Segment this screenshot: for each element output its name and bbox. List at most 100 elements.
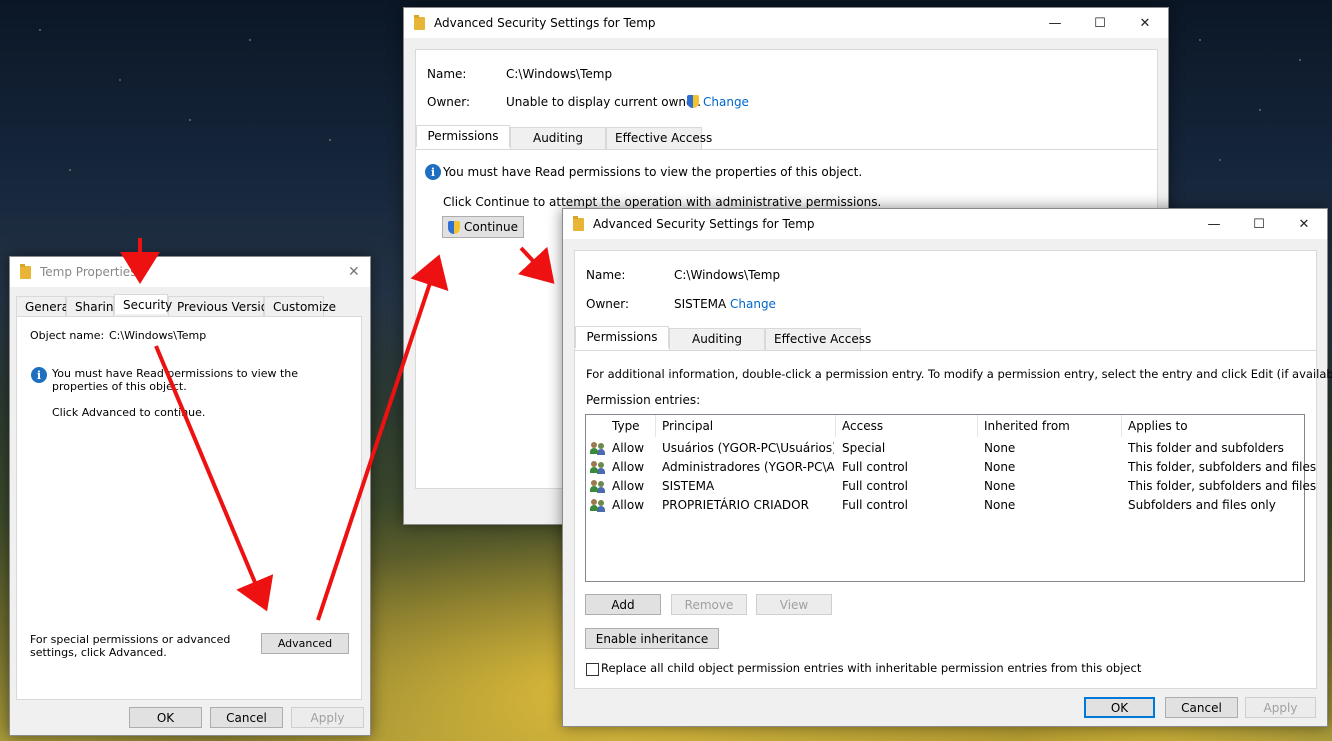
- tab-auditing[interactable]: Auditing: [510, 127, 606, 149]
- row-inherited-from: None: [984, 498, 1016, 512]
- cancel-button[interactable]: Cancel: [1165, 697, 1238, 718]
- view-button[interactable]: View: [756, 594, 832, 615]
- window-title: Advanced Security Settings for Temp: [593, 217, 815, 231]
- column-header-principal[interactable]: Principal: [656, 415, 836, 437]
- row-inherited-from: None: [984, 460, 1016, 474]
- cancel-button[interactable]: Cancel: [210, 707, 283, 728]
- apply-button[interactable]: Apply: [291, 707, 364, 728]
- info-icon: i: [31, 367, 47, 383]
- tab-customize[interactable]: Customize: [264, 296, 336, 316]
- change-owner-link[interactable]: Change: [730, 297, 776, 311]
- row-applies-to: This folder, subfolders and files: [1128, 479, 1317, 493]
- advanced-security-window-front: Advanced Security Settings for Temp — ☐ …: [562, 208, 1332, 727]
- minimize-button[interactable]: —: [1191, 209, 1237, 239]
- row-principal: SISTEMA: [662, 479, 715, 493]
- replace-child-permissions-label: Replace all child object permission entr…: [601, 661, 1142, 675]
- close-button[interactable]: ✕: [1122, 8, 1168, 38]
- tab-effective-access[interactable]: Effective Access: [765, 328, 871, 350]
- info-message: You must have Read permissions to view t…: [443, 165, 863, 179]
- row-applies-to: This folder, subfolders and files: [1128, 460, 1317, 474]
- add-button[interactable]: Add: [585, 594, 661, 615]
- row-access: Full control: [842, 479, 908, 493]
- tab-auditing[interactable]: Auditing: [669, 328, 765, 350]
- ok-button[interactable]: OK: [1084, 697, 1155, 718]
- users-group-icon: [590, 480, 606, 493]
- tab-strip: General Sharing Security Previous Versio…: [16, 294, 336, 316]
- column-header-applies-to[interactable]: Applies to: [1122, 415, 1302, 437]
- change-owner-link[interactable]: Change: [687, 95, 749, 109]
- name-value: C:\Windows\Temp: [674, 268, 781, 282]
- info-text: For additional information, double-click…: [586, 367, 1332, 381]
- info-icon: i: [425, 164, 441, 180]
- object-name-value: C:\Windows\Temp: [109, 329, 207, 342]
- object-name-label: Object name:: [30, 329, 105, 342]
- row-inherited-from: None: [984, 441, 1016, 455]
- window-title: Advanced Security Settings for Temp: [434, 16, 656, 30]
- name-label: Name:: [427, 67, 467, 81]
- tab-previous-versions[interactable]: Previous Versions: [168, 296, 282, 316]
- permission-entries-label: Permission entries:: [586, 393, 701, 407]
- replace-child-permissions-checkbox[interactable]: [586, 663, 599, 676]
- folder-icon: [414, 14, 425, 30]
- maximize-button[interactable]: ☐: [1236, 209, 1282, 239]
- users-group-icon: [590, 442, 606, 455]
- advanced-hint: Click Advanced to continue.: [52, 406, 206, 419]
- table-row[interactable]: Allow Administradores (YGOR-PC\A... Full…: [586, 458, 1316, 477]
- owner-value: Unable to display current owner.: [506, 95, 702, 109]
- tab-effective-access[interactable]: Effective Access: [606, 127, 712, 149]
- owner-label: Owner:: [427, 95, 471, 109]
- table-row[interactable]: Allow SISTEMA Full control None This fol…: [586, 477, 1316, 496]
- tab-general[interactable]: General: [16, 296, 72, 316]
- continue-button[interactable]: Continue: [442, 216, 524, 238]
- temp-properties-window: Temp Properties ✕ General Sharing Securi…: [9, 256, 371, 736]
- apply-button[interactable]: Apply: [1245, 697, 1316, 718]
- close-button[interactable]: ✕: [1281, 209, 1327, 239]
- permission-entries-list[interactable]: Type Principal Access Inherited from App…: [585, 414, 1316, 582]
- tab-security[interactable]: Security: [114, 294, 172, 314]
- enable-inheritance-button[interactable]: Enable inheritance: [585, 628, 719, 649]
- name-value: C:\Windows\Temp: [506, 67, 613, 81]
- column-header-type[interactable]: Type: [606, 415, 656, 437]
- row-applies-to: Subfolders and files only: [1128, 498, 1276, 512]
- column-header-inherited-from[interactable]: Inherited from: [978, 415, 1122, 437]
- name-label: Name:: [586, 268, 626, 282]
- title-bar: Advanced Security Settings for Temp — ☐ …: [563, 209, 1327, 239]
- row-principal: PROPRIETÁRIO CRIADOR: [662, 498, 809, 512]
- row-type: Allow: [612, 441, 645, 455]
- row-type: Allow: [612, 460, 645, 474]
- tab-sharing[interactable]: Sharing: [66, 296, 121, 316]
- advanced-button[interactable]: Advanced: [261, 633, 349, 654]
- close-icon[interactable]: ✕: [348, 264, 360, 280]
- tab-strip: Permissions Auditing Effective Access: [416, 125, 1157, 150]
- row-inherited-from: None: [984, 479, 1016, 493]
- security-tab-panel: Object name: C:\Windows\Temp i You must …: [16, 316, 362, 700]
- tab-permissions[interactable]: Permissions: [575, 326, 669, 348]
- row-access: Full control: [842, 460, 908, 474]
- users-group-icon: [590, 499, 606, 512]
- minimize-button[interactable]: —: [1032, 8, 1078, 38]
- owner-label: Owner:: [586, 297, 630, 311]
- table-row[interactable]: Allow PROPRIETÁRIO CRIADOR Full control …: [586, 496, 1304, 515]
- title-bar: Advanced Security Settings for Temp — ☐ …: [404, 8, 1168, 38]
- column-header-access[interactable]: Access: [836, 415, 978, 437]
- row-type: Allow: [612, 479, 645, 493]
- folder-icon: [20, 263, 31, 279]
- uac-shield-icon: [687, 95, 699, 108]
- tab-strip: Permissions Auditing Effective Access: [575, 326, 1316, 351]
- table-row[interactable]: Allow Usuários (YGOR-PC\Usuários) Specia…: [586, 439, 1304, 458]
- owner-value: SISTEMA: [674, 297, 727, 311]
- row-applies-to: This folder and subfolders: [1128, 441, 1284, 455]
- users-group-icon: [590, 461, 606, 474]
- continue-hint: Click Continue to attempt the operation …: [443, 195, 882, 209]
- ok-button[interactable]: OK: [129, 707, 202, 728]
- info-message: You must have Read permissions to view t…: [52, 367, 299, 393]
- maximize-button[interactable]: ☐: [1077, 8, 1123, 38]
- tab-permissions[interactable]: Permissions: [416, 125, 510, 147]
- content-panel: Name: C:\Windows\Temp Owner: SISTEMA Cha…: [574, 250, 1332, 689]
- title-bar: Temp Properties ✕: [10, 257, 370, 287]
- row-principal: Usuários (YGOR-PC\Usuários): [662, 441, 834, 455]
- special-permissions-label: For special permissions or advanced sett…: [30, 633, 231, 659]
- window-title: Temp Properties: [40, 265, 137, 279]
- folder-icon: [573, 215, 584, 231]
- remove-button[interactable]: Remove: [671, 594, 747, 615]
